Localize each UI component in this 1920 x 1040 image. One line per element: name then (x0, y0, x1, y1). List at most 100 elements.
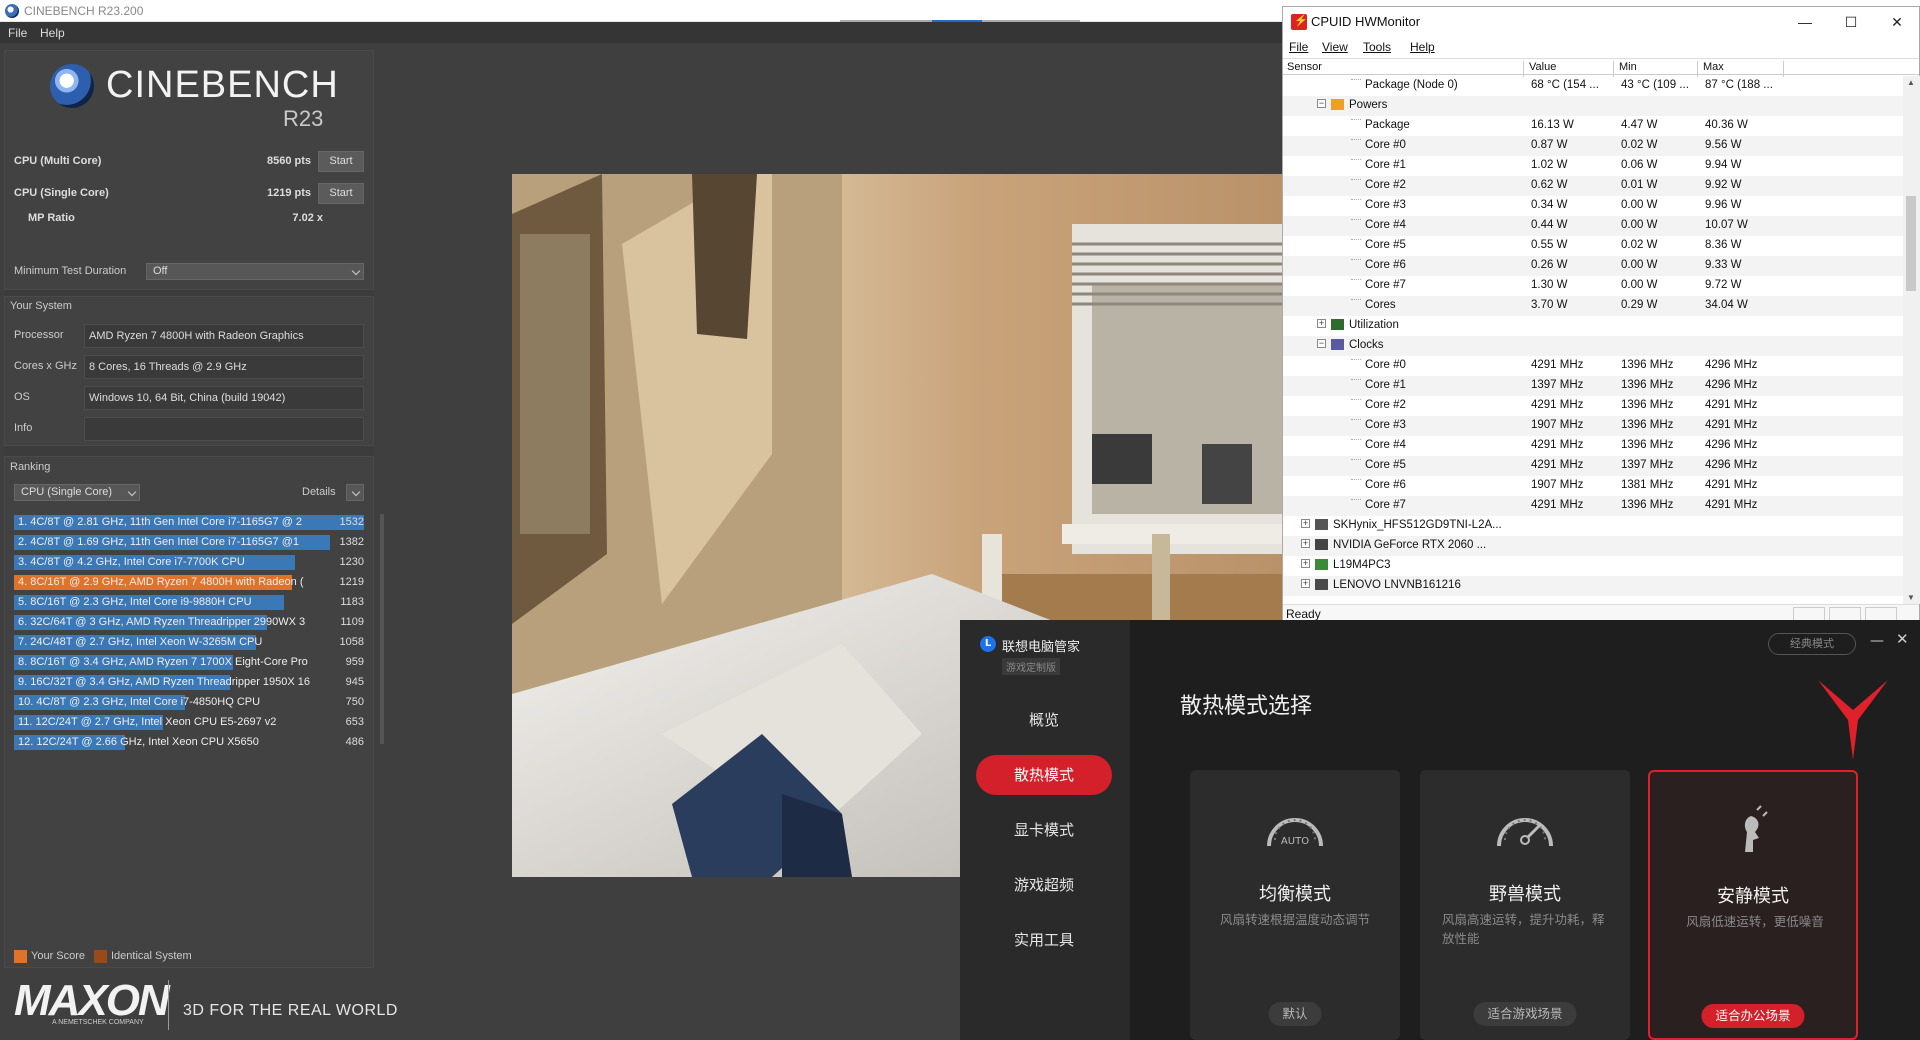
details-toggle-button[interactable] (346, 484, 364, 501)
sensor-row[interactable]: Cores 3.70 W 0.29 W 34.04 W (1283, 296, 1903, 316)
nav-utilities[interactable]: 实用工具 (976, 920, 1112, 960)
hw-menu-tools[interactable]: Tools (1363, 40, 1391, 54)
nav-thermal-mode[interactable]: 散热模式 (976, 755, 1112, 795)
single-core-start-button[interactable]: Start (318, 183, 364, 204)
sensor-tree: Package (Node 0) 68 °C (154 ... 43 °C (109… (1283, 76, 1903, 606)
col-max[interactable]: Max (1703, 61, 1724, 73)
ranking-row[interactable]: 3. 4C/8T @ 4.2 GHz, Intel Core i7-7700K … (14, 554, 364, 571)
power-icon (1331, 99, 1344, 110)
minimize-button[interactable]: — (1791, 11, 1819, 33)
sensor-group-row[interactable]: + SKHynix_HFS512GD9TNI-L2A... (1283, 516, 1903, 536)
sensor-value: 4291 MHz (1531, 499, 1584, 511)
mode-name: 野兽模式 (1489, 884, 1561, 905)
hw-menu-view[interactable]: View (1322, 40, 1348, 54)
details-label[interactable]: Details (302, 486, 336, 498)
mode-card-beast[interactable]: 野兽模式 风扇高速运转，提升功耗，释放性能 适合游戏场景 (1420, 770, 1630, 1040)
sensor-row[interactable]: Core #6 0.26 W 0.00 W 9.33 W (1283, 256, 1903, 276)
hw-menu-help[interactable]: Help (1410, 40, 1435, 54)
sensor-name: Core #4 (1365, 219, 1406, 231)
ranking-heading: Ranking (10, 461, 51, 473)
sensor-max: 9.94 W (1705, 159, 1742, 171)
expand-icon[interactable]: + (1301, 519, 1310, 528)
sensor-row[interactable]: Package 16.13 W 4.47 W 40.36 W (1283, 116, 1903, 136)
sensor-max: 4291 MHz (1705, 479, 1758, 491)
scroll-thumb[interactable] (1906, 196, 1916, 291)
sensor-group-row[interactable]: + L19M4PC3 (1283, 556, 1903, 576)
sensor-max: 9.33 W (1705, 259, 1742, 271)
sensor-row[interactable]: Core #7 4291 MHz 1396 MHz 4291 MHz (1283, 496, 1903, 516)
sensor-row[interactable]: Core #4 4291 MHz 1396 MHz 4296 MHz (1283, 436, 1903, 456)
ranking-row[interactable]: 12. 12C/24T @ 2.66 GHz, Intel Xeon CPU X… (14, 734, 364, 751)
ranking-scrollbar[interactable] (380, 514, 384, 744)
ranking-row[interactable]: 2. 4C/8T @ 1.69 GHz, 11th Gen Intel Core… (14, 534, 364, 551)
ranking-row[interactable]: 11. 12C/24T @ 2.7 GHz, Intel Xeon CPU E5… (14, 714, 364, 731)
sensor-row[interactable]: Core #2 4291 MHz 1396 MHz 4291 MHz (1283, 396, 1903, 416)
ranking-row[interactable]: 4. 8C/16T @ 2.9 GHz, AMD Ryzen 7 4800H w… (14, 574, 364, 591)
mode-tag: 适合办公场景 (1701, 1004, 1805, 1028)
hw-menu-file[interactable]: File (1289, 40, 1308, 54)
ranking-row[interactable]: 5. 8C/16T @ 2.3 GHz, Intel Core i9-9880H… (14, 594, 364, 611)
ranking-select[interactable]: CPU (Single Core) (14, 484, 140, 501)
collapse-icon[interactable]: − (1317, 339, 1326, 348)
info-field[interactable] (84, 417, 364, 441)
ranking-row[interactable]: 10. 4C/8T @ 2.3 GHz, Intel Core i7-4850H… (14, 694, 364, 711)
minimize-icon[interactable]: — (1870, 633, 1884, 649)
sensor-row[interactable]: Core #1 1397 MHz 1396 MHz 4296 MHz (1283, 376, 1903, 396)
mode-card-balanced[interactable]: AUTO 均衡模式 风扇转速根据温度动态调节 默认 (1190, 770, 1400, 1040)
sensor-row[interactable]: Core #3 0.34 W 0.00 W 9.96 W (1283, 196, 1903, 216)
min-test-select[interactable]: Off (146, 263, 364, 280)
col-min[interactable]: Min (1619, 61, 1637, 73)
sensor-group-row[interactable]: + NVIDIA GeForce RTX 2060 ... (1283, 536, 1903, 556)
nav-game-overclock[interactable]: 游戏超频 (976, 865, 1112, 905)
col-value[interactable]: Value (1529, 61, 1556, 73)
sensor-row[interactable]: Core #6 1907 MHz 1381 MHz 4291 MHz (1283, 476, 1903, 496)
expand-icon[interactable]: + (1301, 539, 1310, 548)
classic-mode-button[interactable]: 经典模式 (1768, 633, 1856, 655)
sensor-row[interactable]: Core #5 0.55 W 0.02 W 8.36 W (1283, 236, 1903, 256)
close-button[interactable]: ✕ (1883, 11, 1911, 33)
sensor-row[interactable]: Core #2 0.62 W 0.01 W 9.92 W (1283, 176, 1903, 196)
sensor-group-row[interactable]: + Utilization (1283, 316, 1903, 336)
maximize-button[interactable]: ☐ (1837, 11, 1865, 33)
sensor-group-row[interactable]: − Powers (1283, 96, 1903, 116)
sensor-tree-scrollbar[interactable]: ▲ ▼ (1903, 76, 1920, 604)
ranking-row[interactable]: 8. 8C/16T @ 3.4 GHz, AMD Ryzen 7 1700X E… (14, 654, 364, 671)
scroll-up-icon[interactable]: ▲ (1907, 78, 1915, 87)
nav-overview[interactable]: 概览 (976, 700, 1112, 740)
sensor-min: 1381 MHz (1621, 479, 1674, 491)
sensor-row[interactable]: Core #0 0.87 W 0.02 W 9.56 W (1283, 136, 1903, 156)
sensor-group-row[interactable]: − Clocks (1283, 336, 1903, 356)
menu-file[interactable]: File (8, 26, 27, 40)
expand-icon[interactable]: + (1301, 559, 1310, 568)
hwmonitor-menubar: File View Tools Help (1283, 37, 1919, 57)
sensor-row[interactable]: Package (Node 0) 68 °C (154 ... 43 °C (109… (1283, 76, 1903, 96)
multi-core-start-button[interactable]: Start (318, 151, 364, 172)
sensor-max: 40.36 W (1705, 119, 1748, 131)
close-icon[interactable]: ✕ (1896, 630, 1909, 648)
sensor-row[interactable]: Core #3 1907 MHz 1396 MHz 4291 MHz (1283, 416, 1903, 436)
sensor-row[interactable]: Core #0 4291 MHz 1396 MHz 4296 MHz (1283, 356, 1903, 376)
ranking-row[interactable]: 1. 4C/8T @ 2.81 GHz, 11th Gen Intel Core… (14, 514, 364, 531)
ranking-row[interactable]: 7. 24C/48T @ 2.7 GHz, Intel Xeon W-3265M… (14, 634, 364, 651)
sensor-group-row[interactable]: + LENOVO LNVNB161216 (1283, 576, 1903, 596)
sensor-row[interactable]: Core #1 1.02 W 0.06 W 9.94 W (1283, 156, 1903, 176)
sensor-row[interactable]: Core #4 0.44 W 0.00 W 10.07 W (1283, 216, 1903, 236)
scroll-down-icon[interactable]: ▼ (1907, 593, 1915, 602)
collapse-icon[interactable]: − (1317, 99, 1326, 108)
ranking-row[interactable]: 6. 32C/64T @ 3 GHz, AMD Ryzen Threadripp… (14, 614, 364, 631)
sensor-row[interactable]: Core #7 1.30 W 0.00 W 9.72 W (1283, 276, 1903, 296)
nav-gpu-mode[interactable]: 显卡模式 (976, 810, 1112, 850)
sensor-row[interactable]: Core #5 4291 MHz 1397 MHz 4296 MHz (1283, 456, 1903, 476)
mode-card-quiet[interactable]: 安静模式 风扇低速运转，更低噪音 适合办公场景 (1648, 770, 1858, 1040)
lenovo-logo-icon: L (980, 636, 996, 652)
expand-icon[interactable]: + (1317, 319, 1326, 328)
menu-help[interactable]: Help (40, 26, 65, 40)
sensor-value: 68 °C (154 ... (1531, 79, 1599, 91)
col-sensor[interactable]: Sensor (1287, 61, 1322, 73)
tree-connector (1351, 459, 1361, 460)
sensor-name: Utilization (1349, 319, 1399, 331)
expand-icon[interactable]: + (1301, 579, 1310, 588)
processor-label: Processor (14, 329, 64, 341)
ranking-row[interactable]: 9. 16C/32T @ 3.4 GHz, AMD Ryzen Threadri… (14, 674, 364, 691)
mp-ratio-value: 7.02 x (292, 212, 323, 224)
